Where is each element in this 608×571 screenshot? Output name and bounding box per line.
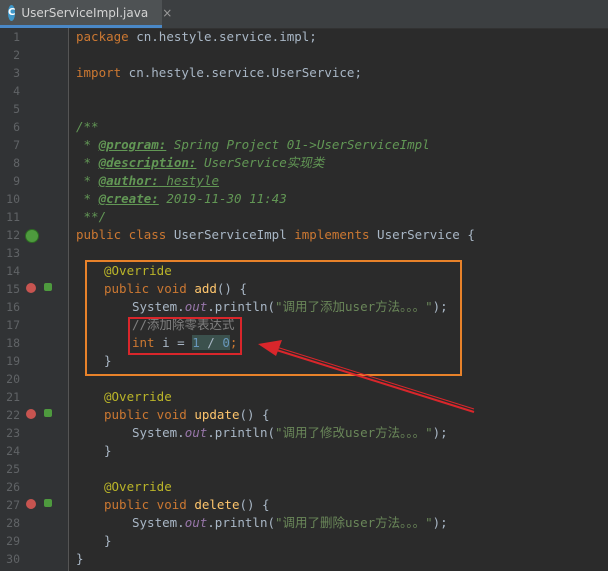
pointer-arrow	[258, 340, 475, 413]
